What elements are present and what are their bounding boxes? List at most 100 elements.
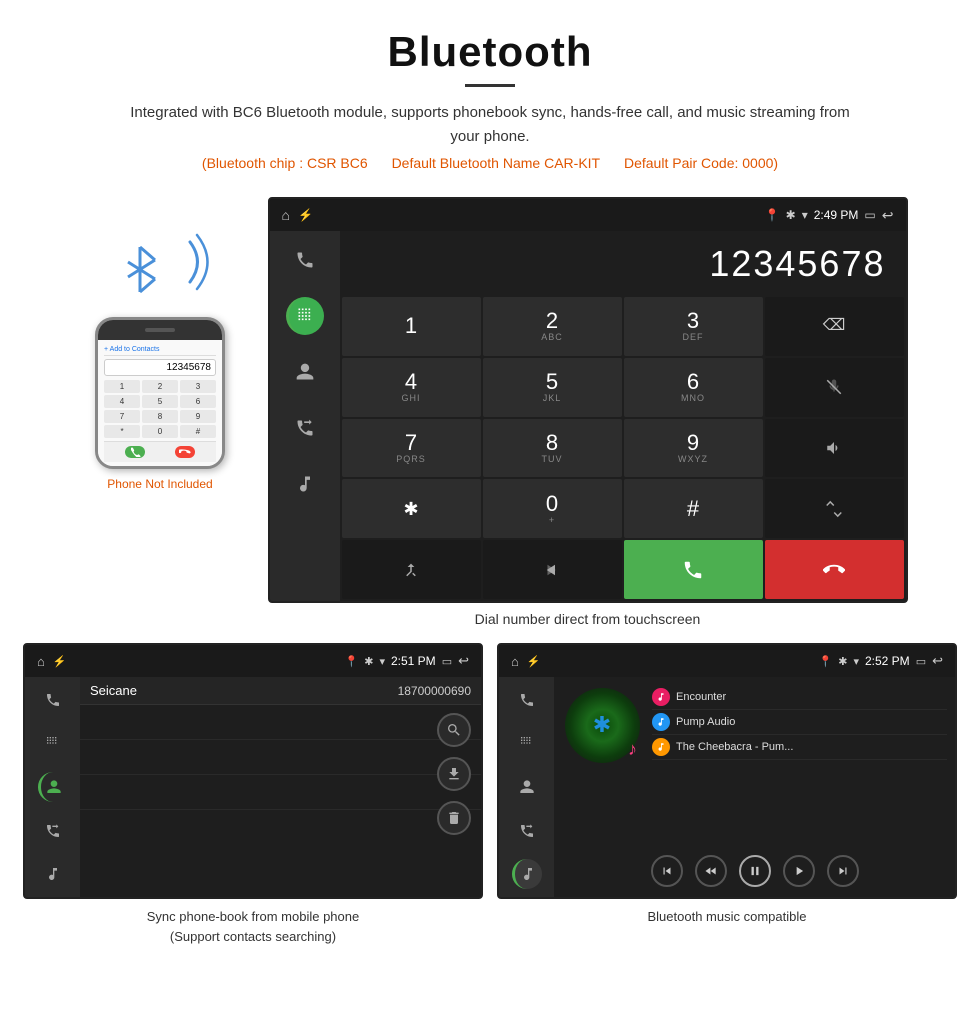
phonebook-sidebar — [25, 677, 80, 897]
dial-key-6[interactable]: 6MNO — [624, 358, 763, 417]
dial-key-star[interactable]: ✱ — [342, 479, 481, 538]
music-caption-item: Bluetooth music compatible — [497, 907, 957, 946]
mus-sidebar-contacts[interactable] — [512, 772, 542, 802]
bottom-captions: Sync phone-book from mobile phone (Suppo… — [0, 899, 980, 966]
mus-sidebar-music-active[interactable] — [512, 859, 542, 889]
pause-button[interactable] — [739, 855, 771, 887]
sidebar-keypad-icon[interactable] — [286, 297, 324, 335]
phonebook-caption-line2: (Support contacts searching) — [170, 929, 336, 944]
phone-speaker — [145, 328, 175, 332]
phone-key-9[interactable]: 9 — [180, 410, 216, 423]
bt-wave-icon — [160, 227, 210, 297]
phone-key-7[interactable]: 7 — [104, 410, 140, 423]
bluetooth-icon — [120, 242, 160, 297]
music-content-area: ✱ ♪ Encounter — [499, 677, 955, 897]
music-screen-frame: ⌂ ⚡ 📍 ✱ ▾ 2:52 PM ▭ ↩ — [497, 643, 957, 899]
dial-key-backspace[interactable]: ⌫ — [765, 297, 904, 356]
mus-location-icon: 📍 — [819, 655, 833, 668]
mus-status-right: 📍 ✱ ▾ 2:52 PM ▭ ↩ — [819, 653, 943, 669]
dial-key-end[interactable] — [765, 540, 904, 599]
phone-key-6[interactable]: 6 — [180, 395, 216, 408]
seek-back-button[interactable] — [695, 855, 727, 887]
play-button[interactable] — [783, 855, 815, 887]
back-icon[interactable]: ↩ — [882, 207, 894, 224]
phonebook-main: Seicane 18700000690 — [80, 677, 481, 897]
pb-sidebar-phone[interactable] — [38, 685, 68, 715]
mus-status-time: 2:52 PM — [865, 654, 910, 668]
music-art-area: ✱ ♪ — [562, 685, 642, 765]
car-screen-dial-frame: ⌂ ⚡ 📍 ✱ ▾ 2:49 PM ▭ ↩ — [268, 197, 908, 603]
dial-key-0[interactable]: 0+ — [483, 479, 622, 538]
music-content: ✱ ♪ Encounter — [562, 685, 947, 847]
status-time: 2:49 PM — [814, 208, 859, 222]
bluetooth-status-icon: ✱ — [786, 208, 796, 222]
dial-key-speaker[interactable] — [765, 419, 904, 478]
phone-bottom-bar — [104, 441, 216, 462]
dial-key-5[interactable]: 5JKL — [483, 358, 622, 417]
track-item-1[interactable]: Encounter — [652, 685, 947, 710]
track-item-2[interactable]: Pump Audio — [652, 710, 947, 735]
phone-keypad: 1 2 3 4 5 6 7 8 9 * 0 # — [104, 380, 216, 438]
pb-status-left: ⌂ ⚡ — [37, 654, 67, 669]
pb-sidebar-call-transfer[interactable] — [38, 816, 68, 846]
sidebar-phone-icon[interactable] — [286, 241, 324, 279]
phone-key-1[interactable]: 1 — [104, 380, 140, 393]
page-header: Bluetooth Integrated with BC6 Bluetooth … — [0, 0, 980, 187]
battery-icon: ▭ — [864, 208, 875, 222]
phone-key-5[interactable]: 5 — [142, 395, 178, 408]
pb-home-icon: ⌂ — [37, 654, 45, 669]
location-icon: 📍 — [765, 208, 780, 222]
pb-sidebar-music[interactable] — [38, 859, 68, 889]
sidebar-music-icon[interactable] — [286, 465, 324, 503]
dial-key-hold[interactable] — [483, 540, 622, 599]
usb-icon: ⚡ — [298, 208, 313, 222]
dial-key-8[interactable]: 8TUV — [483, 419, 622, 478]
phone-key-4[interactable]: 4 — [104, 395, 140, 408]
download-contacts-button[interactable] — [437, 757, 471, 791]
phonebook-caption: Sync phone-book from mobile phone (Suppo… — [23, 907, 483, 946]
dial-key-call[interactable] — [624, 540, 763, 599]
sidebar-call-transfer-icon[interactable] — [286, 409, 324, 447]
dial-key-3[interactable]: 3DEF — [624, 297, 763, 356]
mus-sidebar-call-transfer[interactable] — [512, 816, 542, 846]
phone-end-button[interactable] — [175, 446, 195, 458]
spec-chip: (Bluetooth chip : CSR BC6 — [202, 155, 368, 171]
dial-key-2[interactable]: 2ABC — [483, 297, 622, 356]
phone-key-8[interactable]: 8 — [142, 410, 178, 423]
sidebar-contacts-icon[interactable] — [286, 353, 324, 391]
status-left: ⌂ ⚡ — [282, 207, 313, 223]
search-contact-button[interactable] — [437, 713, 471, 747]
track-2-icon — [652, 713, 670, 731]
play-next-button[interactable] — [827, 855, 859, 887]
dial-key-merge[interactable] — [342, 540, 481, 599]
main-section: + Add to Contacts 12345678 1 2 3 4 5 6 7… — [0, 187, 980, 627]
page-description: Integrated with BC6 Bluetooth module, su… — [120, 101, 860, 149]
mus-sidebar-keypad[interactable] — [512, 729, 542, 759]
music-main: ✱ ♪ Encounter — [554, 677, 955, 897]
dial-key-hash[interactable]: # — [624, 479, 763, 538]
pb-sidebar-contacts[interactable] — [38, 772, 68, 802]
dial-key-1[interactable]: 1 — [342, 297, 481, 356]
mus-bt-icon: ✱ — [838, 655, 847, 668]
dial-grid: 1 2ABC 3DEF ⌫ 4GHI 5JKL 6MNO 7PQRS 8T — [340, 295, 906, 601]
dial-key-swap[interactable] — [765, 479, 904, 538]
dial-key-mute[interactable] — [765, 358, 904, 417]
phone-key-3[interactable]: 3 — [180, 380, 216, 393]
track-item-3[interactable]: The Cheebacra - Pum... — [652, 735, 947, 760]
mus-sidebar-phone[interactable] — [512, 685, 542, 715]
phone-key-hash[interactable]: # — [180, 425, 216, 438]
dial-key-4[interactable]: 4GHI — [342, 358, 481, 417]
dial-key-9[interactable]: 9WXYZ — [624, 419, 763, 478]
phone-key-2[interactable]: 2 — [142, 380, 178, 393]
track-1-name: Encounter — [676, 691, 726, 703]
delete-contact-button[interactable] — [437, 801, 471, 835]
track-2-name: Pump Audio — [676, 716, 735, 728]
dial-key-7[interactable]: 7PQRS — [342, 419, 481, 478]
phone-call-button[interactable] — [125, 446, 145, 458]
mus-back-icon[interactable]: ↩ — [932, 653, 943, 669]
pb-sidebar-keypad[interactable] — [38, 729, 68, 759]
pb-back-icon[interactable]: ↩ — [458, 653, 469, 669]
phone-key-0[interactable]: 0 — [142, 425, 178, 438]
phone-key-star[interactable]: * — [104, 425, 140, 438]
play-prev-button[interactable] — [651, 855, 683, 887]
